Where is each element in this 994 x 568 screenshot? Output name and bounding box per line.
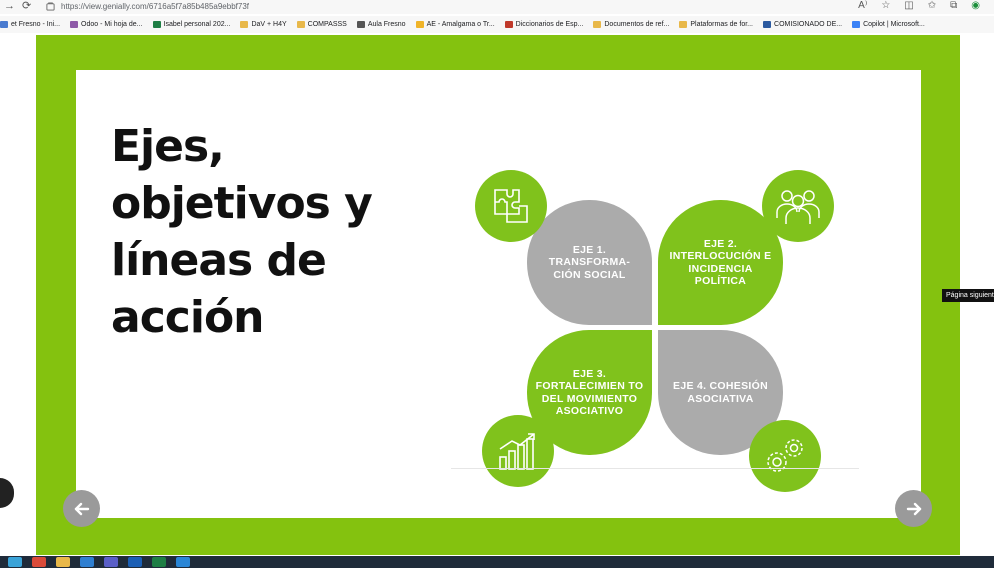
- url-text[interactable]: https://view.genially.com/6716a5f7a85b48…: [61, 2, 249, 11]
- growth-chart-icon: [499, 433, 535, 470]
- bookmark-label: DaV + H4Y: [251, 21, 287, 28]
- axis-1-label: EJE 1. TRANSFORMA- CIÓN SOCIAL: [548, 243, 631, 281]
- puzzle-icon: [494, 189, 528, 223]
- bookmark-item[interactable]: Odoo - Mi hoja de...: [70, 21, 143, 28]
- bookmark-item[interactable]: COMISIONADO DE...: [763, 21, 842, 28]
- bookmark-label: Aula Fresno: [367, 21, 406, 28]
- folder-icon: [593, 21, 602, 28]
- slide-divider: [451, 468, 859, 469]
- read-aloud-icon[interactable]: A⁾: [858, 0, 867, 12]
- bookmark-item[interactable]: AE - Amalgama o Tr...: [415, 21, 495, 28]
- sidebar-app-icon[interactable]: [0, 478, 14, 508]
- slide-canvas: Ejes, objetivos y líneas de acción EJE 1…: [76, 70, 921, 518]
- people-icon-badge: [762, 170, 834, 242]
- split-screen-icon[interactable]: ◫: [904, 0, 913, 12]
- axis-4-label: EJE 4. COHESIÓN ASOCIATIVA: [673, 380, 768, 405]
- page-info-icon[interactable]: [46, 1, 55, 11]
- favicon-icon: [0, 21, 8, 28]
- bookmark-label: et Fresno - Ini...: [11, 21, 61, 28]
- bookmark-item[interactable]: Isabel personal 202...: [152, 21, 231, 28]
- gears-icon-badge: [749, 420, 821, 492]
- taskbar-app-icon[interactable]: [8, 557, 22, 567]
- bookmark-item[interactable]: DaV + H4Y: [240, 21, 287, 28]
- next-slide-button[interactable]: [895, 490, 932, 527]
- bookmark-label: Documentos de ref...: [604, 21, 670, 28]
- browser-toolbar: → ⟳ https://view.genially.com/6716a5f7a8…: [0, 0, 994, 14]
- taskbar-app-icon[interactable]: [56, 557, 70, 567]
- bookmark-label: Diccionarios de Esp...: [515, 21, 584, 28]
- bookmark-label: Odoo - Mi hoja de...: [81, 21, 143, 28]
- copilot-icon: [852, 21, 861, 28]
- favicon-icon: [356, 21, 365, 28]
- taskbar-app-icon[interactable]: [32, 557, 46, 567]
- bookmark-item[interactable]: Documentos de ref...: [593, 21, 669, 28]
- previous-slide-button[interactable]: [63, 490, 100, 527]
- bookmark-item[interactable]: Copilot | Microsoft...: [852, 21, 925, 28]
- next-page-tooltip: Página siguiente: [942, 289, 994, 302]
- bookmark-item[interactable]: COMPASSS: [296, 21, 347, 28]
- favicon-icon: [763, 21, 772, 28]
- folder-icon: [296, 21, 305, 28]
- favorite-star-icon[interactable]: ☆: [881, 0, 890, 12]
- taskbar-app-icon[interactable]: [152, 557, 166, 567]
- bookmark-item[interactable]: et Fresno - Ini...: [0, 21, 60, 28]
- bookmark-label: Copilot | Microsoft...: [863, 21, 925, 28]
- slide-title: Ejes, objetivos y líneas de acción: [111, 121, 373, 343]
- forward-icon[interactable]: →: [4, 0, 15, 12]
- folder-icon: [679, 21, 688, 28]
- taskbar-app-icon[interactable]: [128, 557, 142, 567]
- puzzle-icon-badge: [475, 170, 547, 242]
- odoo-icon: [70, 21, 79, 28]
- bookmarks-bar: et Fresno - Ini... Odoo - Mi hoja de... Is…: [0, 16, 994, 33]
- bookmark-label: Plataformas de for...: [690, 21, 754, 28]
- gears-icon: [767, 439, 803, 472]
- bookmark-item[interactable]: Diccionarios de Esp...: [504, 21, 584, 28]
- bookmark-label: Isabel personal 202...: [163, 21, 231, 28]
- bookmark-item[interactable]: Aula Fresno: [356, 21, 406, 28]
- axis-1-petal[interactable]: EJE 1. TRANSFORMA- CIÓN SOCIAL: [527, 200, 652, 325]
- favorites-icon[interactable]: ✩: [928, 0, 936, 12]
- taskbar-app-icon[interactable]: [104, 557, 118, 567]
- presentation-frame: Ejes, objetivos y líneas de acción EJE 1…: [36, 35, 960, 555]
- growth-chart-icon-badge: [482, 415, 554, 487]
- bookmark-label: AE - Amalgama o Tr...: [426, 21, 495, 28]
- axis-3-label: EJE 3. FORTALECIMIEN TO DEL MOVIMIENTO A…: [535, 367, 644, 418]
- favicon-icon: [504, 21, 513, 28]
- bookmark-item[interactable]: Plataformas de for...: [679, 21, 753, 28]
- sheet-icon: [152, 21, 161, 28]
- extension-icon[interactable]: ◉: [971, 0, 980, 12]
- taskbar-app-icon[interactable]: [176, 557, 190, 567]
- address-bar[interactable]: https://view.genially.com/6716a5f7a85b48…: [46, 0, 249, 12]
- people-icon: [776, 190, 820, 224]
- taskbar-app-icon[interactable]: [80, 557, 94, 567]
- bookmark-label: COMPASSS: [307, 21, 347, 28]
- bookmark-label: COMISIONADO DE...: [774, 21, 843, 28]
- favicon-icon: [415, 21, 424, 28]
- arrow-right-icon: [906, 502, 921, 515]
- axis-2-label: EJE 2. INTERLOCUCIÓN E INCIDENCIA POLÍTI…: [669, 237, 772, 288]
- collections-icon[interactable]: ⧉: [950, 0, 957, 12]
- arrow-left-icon: [74, 502, 89, 515]
- reload-icon[interactable]: ⟳: [22, 0, 31, 12]
- folder-icon: [240, 21, 249, 28]
- taskbar: [0, 556, 994, 568]
